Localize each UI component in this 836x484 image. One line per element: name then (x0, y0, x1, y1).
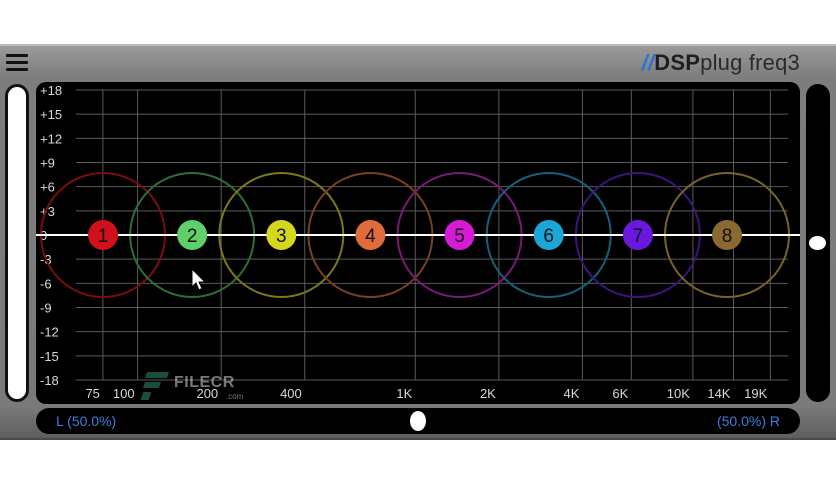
x-tick-label: 19K (744, 386, 767, 401)
balance-handle[interactable] (410, 411, 426, 431)
watermark: FILECR .com (140, 370, 260, 404)
watermark-domain: .com (226, 392, 244, 401)
brand-slashes: // (641, 50, 655, 75)
brand-dsp: DSP (654, 50, 701, 75)
band-4-label: 4 (365, 226, 376, 247)
y-tick-label: +18 (40, 83, 62, 98)
y-tick-label: +6 (40, 180, 55, 195)
band-6-label: 6 (543, 226, 554, 247)
y-tick-label: -18 (40, 373, 59, 388)
watermark-text: FILECR (174, 374, 235, 391)
input-level-meter (5, 84, 29, 402)
balance-slider[interactable]: L (50.0%) (50.0%) R (36, 408, 800, 434)
y-tick-label: +12 (40, 131, 62, 146)
band-2-label: 2 (187, 226, 198, 247)
band-7-label: 7 (633, 226, 644, 247)
x-tick-label: 75 (85, 386, 99, 401)
x-tick-label: 1K (396, 386, 412, 401)
x-tick-label: 10K (667, 386, 690, 401)
y-tick-label: -12 (40, 325, 59, 340)
mouse-cursor-icon (191, 267, 207, 291)
x-tick-label: 6K (612, 386, 628, 401)
brand-logo: //DSPplug freq3 (642, 50, 800, 76)
band-5-label: 5 (454, 226, 465, 247)
balance-left-label: L (50.0%) (56, 413, 117, 429)
y-tick-label: -9 (40, 301, 52, 316)
band-1-label: 1 (98, 226, 109, 247)
y-tick-label: -15 (40, 349, 59, 364)
brand-product-name: plug freq3 (700, 50, 800, 75)
x-tick-label: 4K (564, 386, 580, 401)
output-level-slider[interactable] (806, 84, 830, 402)
x-tick-label: 400 (280, 386, 302, 401)
balance-right-label: (50.0%) R (716, 413, 780, 429)
y-tick-label: +9 (40, 156, 55, 171)
y-tick-label: -6 (40, 276, 52, 291)
input-level-fill (8, 87, 26, 399)
output-level-handle[interactable] (809, 236, 826, 250)
band-8-label: 8 (722, 226, 733, 247)
eq-graph-svg: +18+15+12+9+6+30-3-6-9-12-15-18751002004… (36, 83, 800, 401)
eq-graph[interactable]: +18+15+12+9+6+30-3-6-9-12-15-18751002004… (36, 82, 800, 404)
plugin-window: //DSPplug freq3 +18+15+12+9+6+30-3-6-9-1… (0, 44, 836, 440)
hamburger-menu-icon[interactable] (6, 54, 28, 72)
x-tick-label: 100 (113, 386, 135, 401)
x-tick-label: 14K (707, 386, 730, 401)
x-tick-label: 2K (480, 386, 496, 401)
y-tick-label: +15 (40, 107, 62, 122)
band-3-label: 3 (276, 226, 287, 247)
watermark-logo-icon (140, 370, 170, 402)
